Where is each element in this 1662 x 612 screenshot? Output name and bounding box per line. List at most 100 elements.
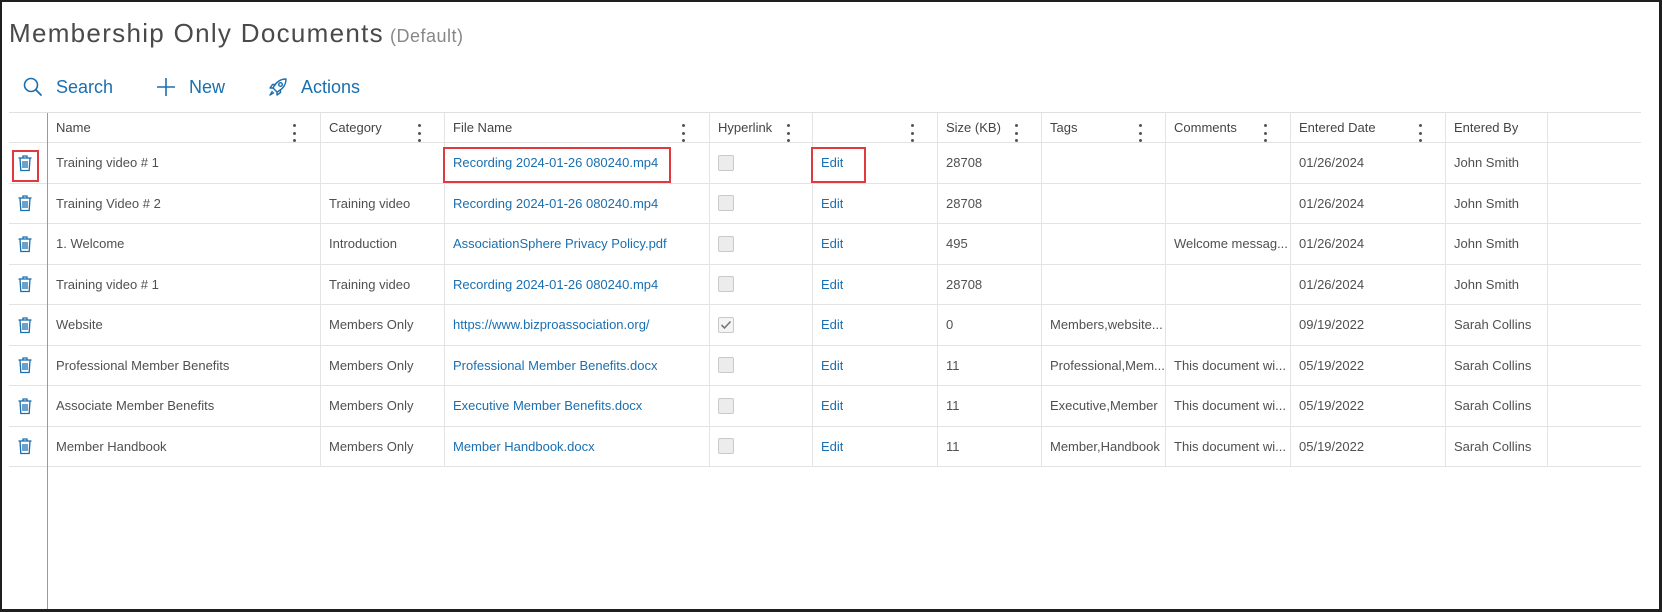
kebab-menu-icon[interactable] — [1262, 124, 1268, 142]
cell-comments — [1165, 143, 1290, 183]
edit-link[interactable]: Edit — [812, 265, 937, 305]
file-link[interactable]: Recording 2024-01-26 080240.mp4 — [444, 184, 709, 224]
column-header-category[interactable]: Category — [320, 113, 444, 142]
actions-button[interactable]: Actions — [267, 72, 360, 102]
cell-entered-date: 01/26/2024 — [1290, 224, 1445, 264]
column-divider — [1547, 113, 1548, 467]
edit-link-text[interactable]: Edit — [821, 236, 843, 251]
hyperlink-checkbox[interactable] — [718, 438, 734, 455]
cell-size-text: 495 — [946, 236, 968, 252]
cell-comments: This document wi... — [1165, 346, 1290, 386]
edit-link-text[interactable]: Edit — [821, 358, 843, 373]
cell-name: Member Handbook — [47, 427, 320, 467]
file-link[interactable]: Recording 2024-01-26 080240.mp4 — [444, 265, 709, 305]
edit-link[interactable]: Edit — [812, 143, 937, 183]
cell-entered-date-text: 05/19/2022 — [1299, 398, 1365, 414]
delete-button[interactable] — [9, 305, 47, 345]
cell-size: 11 — [937, 346, 1041, 386]
cell-category — [320, 143, 444, 183]
file-link-text[interactable]: Executive Member Benefits.docx — [453, 398, 642, 413]
file-link[interactable]: Executive Member Benefits.docx — [444, 386, 709, 426]
edit-link[interactable]: Edit — [812, 427, 937, 467]
delete-button[interactable] — [9, 427, 47, 467]
edit-link[interactable]: Edit — [812, 386, 937, 426]
file-link-text[interactable]: Recording 2024-01-26 080240.mp4 — [453, 196, 658, 211]
table-row: Member Handbook Members Only Member Handbo… — [9, 427, 1641, 467]
hyperlink-checkbox[interactable] — [718, 154, 734, 171]
cell-entered-date-text: 05/19/2022 — [1299, 438, 1365, 454]
hyperlink-checkbox[interactable] — [718, 316, 734, 333]
kebab-menu-icon[interactable] — [291, 124, 297, 142]
cell-category-text: Training video — [329, 195, 411, 211]
kebab-menu-icon[interactable] — [909, 124, 915, 142]
edit-link[interactable]: Edit — [812, 184, 937, 224]
kebab-menu-icon[interactable] — [680, 124, 686, 142]
edit-link[interactable]: Edit — [812, 224, 937, 264]
delete-button[interactable] — [9, 184, 47, 224]
column-header-tags[interactable]: Tags — [1041, 113, 1165, 142]
delete-button[interactable] — [9, 346, 47, 386]
cell-size: 11 — [937, 427, 1041, 467]
kebab-menu-icon[interactable] — [1013, 124, 1019, 142]
delete-button[interactable] — [9, 265, 47, 305]
cell-entered-date-text: 01/26/2024 — [1299, 155, 1365, 171]
cell-tags-text: Executive,Member — [1050, 398, 1158, 414]
file-link-text[interactable]: Recording 2024-01-26 080240.mp4 — [453, 277, 658, 292]
cell-entered-by: Sarah Collins — [1445, 346, 1547, 386]
cell-name: Professional Member Benefits — [47, 346, 320, 386]
search-button[interactable]: Search — [22, 72, 113, 102]
file-link[interactable]: Member Handbook.docx — [444, 427, 709, 467]
cell-entered-date: 05/19/2022 — [1290, 346, 1445, 386]
file-link[interactable]: https://www.bizproassociation.org/ — [444, 305, 709, 345]
kebab-menu-icon[interactable] — [1417, 124, 1423, 142]
edit-link-text[interactable]: Edit — [821, 196, 843, 211]
kebab-menu-icon[interactable] — [416, 124, 422, 142]
hyperlink-checkbox[interactable] — [718, 195, 734, 212]
new-button[interactable]: New — [155, 72, 225, 102]
edit-link-text[interactable]: Edit — [821, 439, 843, 454]
file-link-text[interactable]: Professional Member Benefits.docx — [453, 358, 657, 373]
column-divider — [47, 113, 48, 609]
edit-link-text[interactable]: Edit — [821, 398, 843, 413]
column-header-entered-by[interactable]: Entered By — [1445, 113, 1547, 142]
hyperlink-checkbox[interactable] — [718, 235, 734, 252]
edit-link[interactable]: Edit — [812, 346, 937, 386]
file-link-text[interactable]: AssociationSphere Privacy Policy.pdf — [453, 236, 667, 251]
column-header-action[interactable] — [812, 113, 937, 142]
kebab-menu-icon[interactable] — [1137, 124, 1143, 142]
delete-button[interactable] — [9, 386, 47, 426]
file-link-text[interactable]: Member Handbook.docx — [453, 439, 595, 454]
column-divider — [1041, 113, 1042, 467]
cell-entered-date: 05/19/2022 — [1290, 386, 1445, 426]
column-header-name[interactable]: Name — [47, 113, 320, 142]
cell-entered-date: 01/26/2024 — [1290, 143, 1445, 183]
file-link-text[interactable]: Recording 2024-01-26 080240.mp4 — [453, 155, 658, 170]
hyperlink-cell — [709, 305, 812, 345]
file-link-text[interactable]: https://www.bizproassociation.org/ — [453, 317, 650, 332]
cell-size-text: 28708 — [946, 276, 983, 292]
page-title: Membership Only Documents (Default) — [9, 18, 464, 49]
cell-entered-date-text: 09/19/2022 — [1299, 317, 1365, 333]
trash-icon — [17, 397, 33, 415]
file-link[interactable]: Recording 2024-01-26 080240.mp4 — [444, 143, 709, 183]
kebab-menu-icon[interactable] — [785, 124, 791, 142]
column-header-size[interactable]: Size (KB) — [937, 113, 1041, 142]
cell-category-text: Training video — [329, 276, 411, 292]
column-header-comments[interactable]: Comments — [1165, 113, 1290, 142]
edit-link-text[interactable]: Edit — [821, 317, 843, 332]
hyperlink-checkbox[interactable] — [718, 357, 734, 374]
file-link[interactable]: AssociationSphere Privacy Policy.pdf — [444, 224, 709, 264]
hyperlink-cell — [709, 224, 812, 264]
edit-link-text[interactable]: Edit — [821, 277, 843, 292]
column-header-hyperlink[interactable]: Hyperlink — [709, 113, 812, 142]
edit-link-text[interactable]: Edit — [821, 155, 843, 170]
cell-category-text: Members Only — [329, 317, 414, 333]
column-header-file-name[interactable]: File Name — [444, 113, 709, 142]
delete-button[interactable] — [9, 143, 47, 183]
edit-link[interactable]: Edit — [812, 305, 937, 345]
file-link[interactable]: Professional Member Benefits.docx — [444, 346, 709, 386]
rocket-icon — [267, 76, 289, 98]
hyperlink-checkbox[interactable] — [718, 397, 734, 414]
hyperlink-checkbox[interactable] — [718, 276, 734, 293]
delete-button[interactable] — [9, 224, 47, 264]
